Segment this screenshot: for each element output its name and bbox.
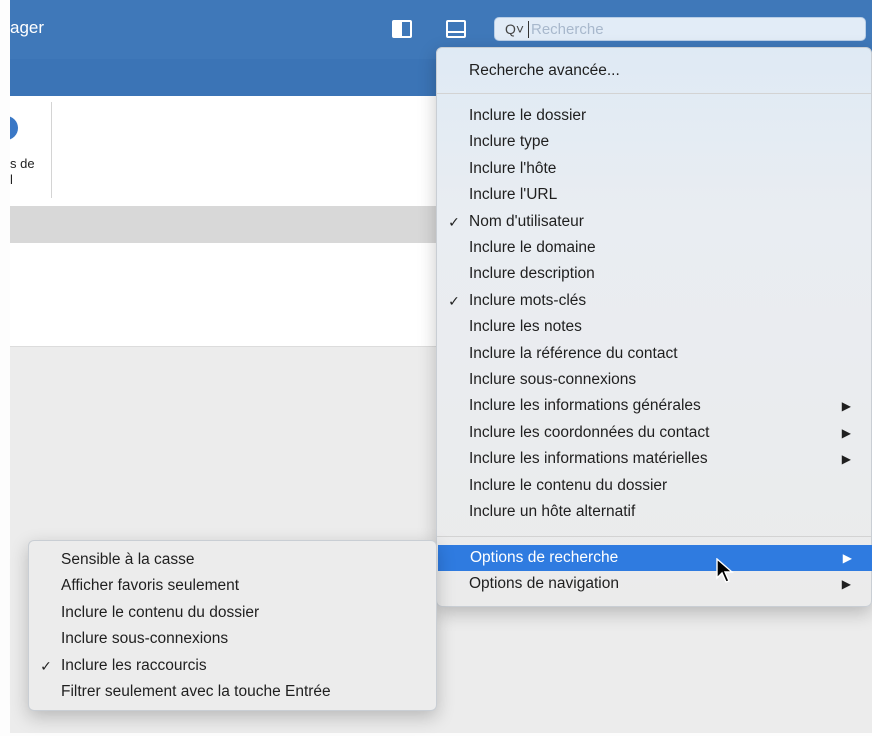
- menu-separator: [437, 93, 871, 94]
- screen-edge-left: [0, 0, 10, 736]
- ribbon-button-label-line1: s de: [10, 156, 35, 171]
- submenu-arrow-icon: ▶: [841, 425, 851, 440]
- search-input[interactable]: Q˅ Recherche: [494, 17, 866, 41]
- menu-item-label: Inclure le contenu du dossier: [469, 476, 668, 494]
- menu-item-inclure-l-hote[interactable]: Inclure l'hôte: [437, 156, 871, 182]
- menu-item-label: Inclure les informations matérielles: [469, 450, 708, 468]
- menu-item-inclure-les-coordonnees-du-contact[interactable]: Inclure les coordonnées du contact ▶: [437, 420, 871, 446]
- menu-item-inclure-description[interactable]: Inclure description: [437, 261, 871, 287]
- menu-item-label: Sensible à la casse: [61, 551, 195, 568]
- text-caret: [528, 21, 529, 38]
- menu-item-label: Nom d'utilisateur: [469, 212, 584, 230]
- menu-item-label: Inclure sous-connexions: [469, 371, 637, 388]
- menu-item-nom-d-utilisateur[interactable]: ✓ Nom d'utilisateur: [437, 209, 871, 235]
- search-icon[interactable]: Q˅: [505, 21, 524, 37]
- menu-item-inclure-les-informations-generales[interactable]: Inclure les informations générales ▶: [437, 393, 871, 419]
- menu-item-inclure-mots-cles[interactable]: ✓ Inclure mots-clés: [437, 288, 871, 314]
- menu-item-inclure-le-dossier[interactable]: Inclure le dossier: [437, 103, 871, 129]
- search-options-menu: Recherche avancée... Inclure le dossier I…: [436, 47, 872, 607]
- menu-item-inclure-l-url[interactable]: Inclure l'URL: [437, 182, 871, 208]
- mouse-cursor-icon: [716, 558, 734, 583]
- submenu-arrow-icon: ▶: [841, 577, 851, 591]
- menu-item-inclure-le-contenu-du-dossier[interactable]: Inclure le contenu du dossier: [29, 600, 436, 626]
- menu-item-inclure-un-hote-alternatif[interactable]: Inclure un hôte alternatif: [437, 499, 871, 525]
- menu-item-label: Filtrer seulement avec la touche Entrée: [61, 683, 331, 700]
- menu-item-label: Inclure type: [469, 133, 550, 151]
- menu-item-sensible-a-la-casse[interactable]: Sensible à la casse: [29, 547, 436, 573]
- menu-item-label: Inclure les coordonnées du contact: [469, 423, 710, 441]
- menu-item-label: Inclure sous-connexions: [61, 630, 229, 648]
- menu-item-inclure-les-raccourcis[interactable]: ✓ Inclure les raccourcis: [29, 653, 436, 679]
- menu-item-label: Inclure les notes: [469, 318, 582, 336]
- menu-item-inclure-les-notes[interactable]: Inclure les notes: [437, 314, 871, 340]
- menu-item-inclure-sous-connexions[interactable]: Inclure sous-connexions: [29, 626, 436, 652]
- menu-item-inclure-sous-connexions[interactable]: Inclure sous-connexions: [437, 367, 871, 393]
- submenu-arrow-icon: ▶: [841, 399, 851, 414]
- ribbon-button-label[interactable]: s de l: [10, 156, 35, 188]
- ribbon-button-icon[interactable]: [10, 116, 18, 140]
- menu-item-label: Inclure la référence du contact: [469, 344, 678, 362]
- search-placeholder: Recherche: [531, 21, 604, 38]
- checkmark-icon: ✓: [448, 292, 460, 309]
- menu-item-label: Afficher favoris seulement: [61, 577, 240, 595]
- menu-item-inclure-les-informations-materielles[interactable]: Inclure les informations matérielles ▶: [437, 446, 871, 472]
- submenu-arrow-icon: ▶: [841, 452, 851, 467]
- menu-item-label: Inclure les informations générales: [469, 397, 701, 415]
- search-options-submenu: Sensible à la casse Afficher favoris seul…: [28, 540, 437, 711]
- menu-item-inclure-le-domaine[interactable]: Inclure le domaine: [437, 235, 871, 261]
- menu-item-inclure-type[interactable]: Inclure type: [437, 129, 871, 155]
- checkmark-icon: ✓: [40, 657, 52, 674]
- menu-item-label: Options de recherche: [470, 549, 619, 566]
- menu-separator: [437, 536, 871, 537]
- menu-item-label: Inclure l'URL: [469, 186, 558, 204]
- menu-item-filtrer-seulement-avec-la-touche-entree[interactable]: Filtrer seulement avec la touche Entrée: [29, 679, 436, 705]
- menu-item-label: Inclure mots-clés: [469, 291, 587, 309]
- menu-item-inclure-le-contenu-du-dossier[interactable]: Inclure le contenu du dossier: [437, 473, 871, 499]
- submenu-arrow-icon: ▶: [842, 551, 852, 565]
- menu-item-label: Inclure le contenu du dossier: [61, 603, 260, 621]
- menu-item-label: Inclure les raccourcis: [61, 656, 207, 674]
- menu-item-label: Inclure le domaine: [469, 239, 596, 256]
- left-pane-toggle-icon[interactable]: [392, 20, 412, 38]
- menu-item-options-de-recherche[interactable]: Options de recherche ▶: [438, 545, 872, 571]
- menu-item-afficher-favoris-seulement[interactable]: Afficher favoris seulement: [29, 573, 436, 599]
- ribbon-divider: [51, 102, 52, 198]
- menu-item-label: Inclure description: [469, 265, 595, 283]
- window-title: ager: [10, 18, 45, 37]
- menu-item-label: Inclure le dossier: [469, 107, 587, 124]
- menu-item-label: Recherche avancée...: [469, 62, 620, 79]
- menu-item-options-de-navigation[interactable]: Options de navigation ▶: [437, 571, 871, 597]
- menu-item-inclure-la-reference-du-contact[interactable]: Inclure la référence du contact: [437, 341, 871, 367]
- ribbon-button-label-line2: l: [10, 172, 13, 187]
- menu-item-label: Options de navigation: [469, 575, 619, 592]
- menu-item-label: Inclure l'hôte: [469, 159, 557, 177]
- checkmark-icon: ✓: [448, 213, 460, 230]
- bottom-pane-toggle-icon[interactable]: [446, 20, 466, 38]
- menu-item-label: Inclure un hôte alternatif: [469, 503, 636, 520]
- advanced-search-menu-item[interactable]: Recherche avancée...: [437, 58, 871, 84]
